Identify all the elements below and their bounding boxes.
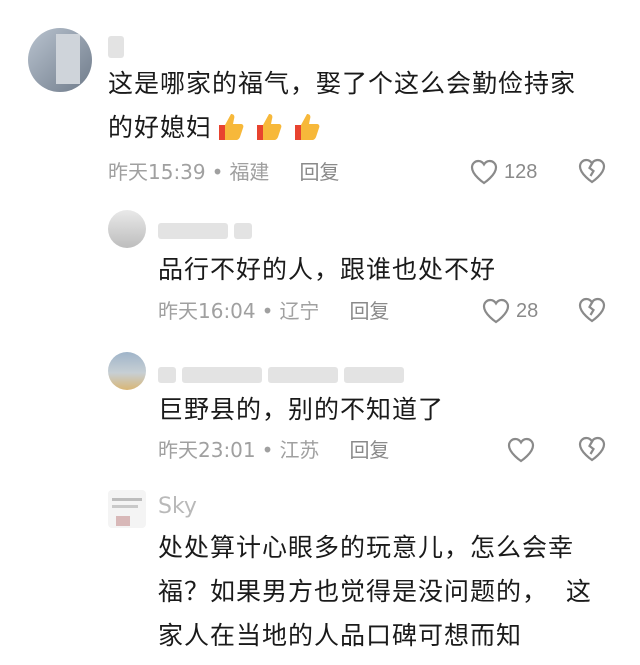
avatar[interactable] [108, 490, 146, 528]
username-redacted[interactable] [158, 218, 258, 244]
separator-dot: • [211, 160, 224, 184]
comment-text: 这是哪家的福气，娶了个这么会勤俭持家 的好媳妇 [108, 69, 577, 142]
comment-meta: 昨天23:01 • 江苏 回复 [158, 437, 389, 463]
like-count: 128 [504, 160, 538, 183]
heart-icon [482, 298, 510, 324]
like-count: 28 [516, 299, 539, 322]
comment-location: 江苏 [279, 438, 320, 462]
comment-location: 辽宁 [279, 299, 320, 323]
comment-meta: 昨天16:04 • 辽宁 回复 [158, 298, 389, 324]
heart-icon [470, 159, 498, 185]
reply-item: Sky 处处算计心眼多的玩意儿，怎么会幸 福？如果男方也觉得是没问题的， 这 家… [0, 480, 640, 665]
comment-item: 这是哪家的福气，娶了个这么会勤俭持家 的好媳妇 昨天15:39 • 福建 回复 128 [0, 0, 640, 200]
emoji-group [214, 110, 324, 144]
comment-text: 处处算计心眼多的玩意儿，怎么会幸 福？如果男方也觉得是没问题的， 这 家人在当地… [158, 533, 592, 650]
username-redacted[interactable] [108, 34, 130, 60]
reply-button[interactable]: 回复 [349, 299, 389, 323]
heart-icon [507, 437, 535, 463]
broken-heart-icon [578, 158, 606, 184]
username[interactable]: Sky [158, 494, 197, 520]
broken-heart-icon [578, 436, 606, 462]
thumbs-up-icon [252, 110, 286, 144]
avatar[interactable] [28, 28, 92, 92]
reply-button[interactable]: 回复 [299, 160, 339, 184]
broken-heart-icon [578, 297, 606, 323]
separator-dot: • [261, 299, 274, 323]
like-button[interactable]: 28 [482, 296, 538, 326]
like-button[interactable]: 128 [470, 157, 537, 187]
reply-button[interactable]: 回复 [349, 438, 389, 462]
reply-item: 品行不好的人，跟谁也处不好 昨天16:04 • 辽宁 回复 28 [0, 200, 640, 340]
dislike-button[interactable] [578, 158, 608, 188]
comment-text: 品行不好的人，跟谁也处不好 [158, 255, 497, 284]
reply-item: 巨野县的，别的不知道了 昨天23:01 • 江苏 回复 [0, 340, 640, 480]
thumbs-up-icon [214, 110, 248, 144]
comment-location: 福建 [229, 160, 270, 184]
like-button[interactable] [507, 435, 541, 465]
avatar[interactable] [108, 210, 146, 248]
dislike-button[interactable] [578, 297, 608, 327]
comment-text: 巨野县的，别的不知道了 [158, 395, 445, 424]
comment-time: 昨天15:39 [108, 160, 206, 184]
dislike-button[interactable] [578, 436, 608, 466]
comment-time: 昨天16:04 [158, 299, 256, 323]
comment-meta: 昨天15:39 • 福建 回复 [108, 159, 339, 185]
avatar[interactable] [108, 352, 146, 390]
separator-dot: • [261, 438, 274, 462]
comment-time: 昨天23:01 [158, 438, 256, 462]
thumbs-up-icon [290, 110, 324, 144]
username-redacted[interactable] [158, 362, 410, 388]
